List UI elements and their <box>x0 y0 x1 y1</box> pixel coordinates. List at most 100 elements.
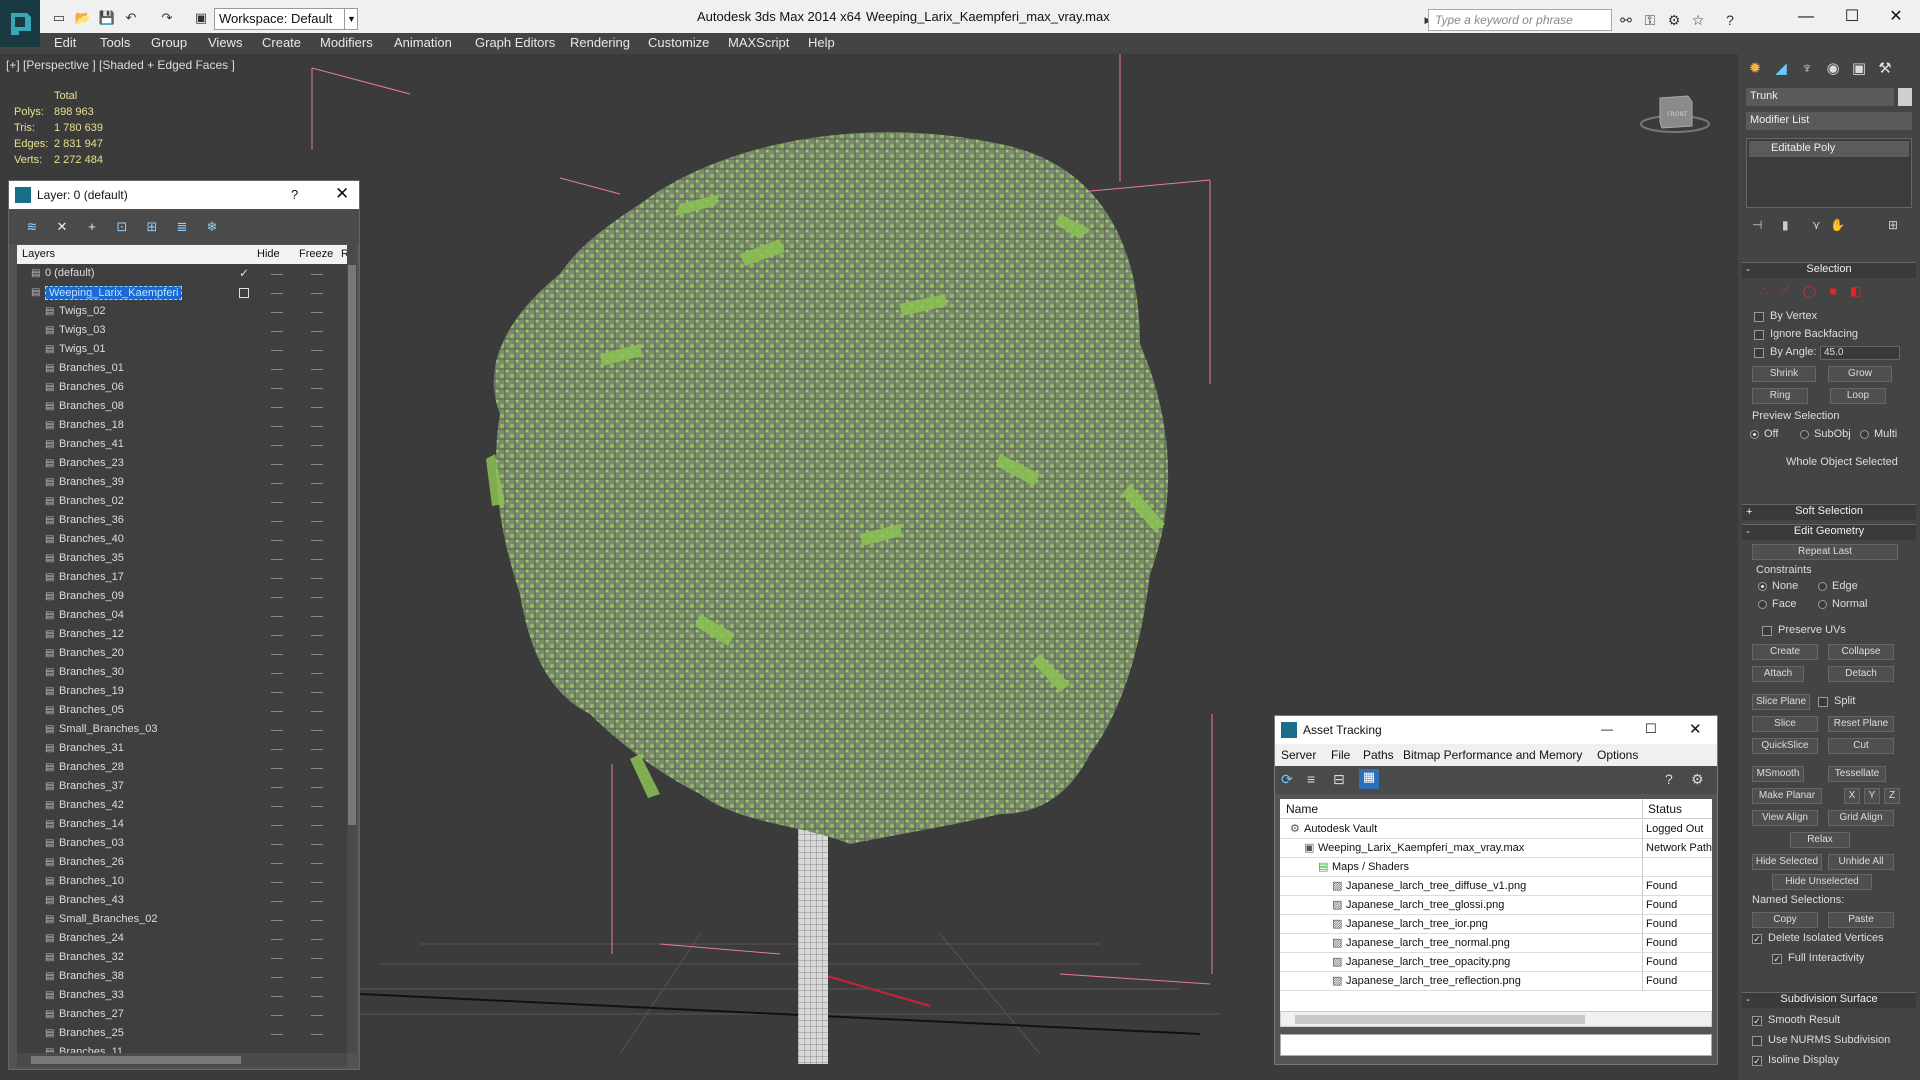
freeze-toggle[interactable] <box>311 540 323 541</box>
freeze-toggle[interactable] <box>311 502 323 503</box>
menu-help[interactable]: Help <box>808 35 835 50</box>
attach-button[interactable]: Attach <box>1752 666 1804 682</box>
layer-row[interactable]: ▤ Branches_26 <box>17 854 347 873</box>
freeze-toggle[interactable] <box>311 673 323 674</box>
slice-plane-button[interactable]: Slice Plane <box>1752 694 1810 710</box>
layer-row[interactable]: ▤ Branches_19 <box>17 683 347 702</box>
ignore-backfacing-checkbox[interactable] <box>1754 330 1764 340</box>
layer-row[interactable]: ▤ Branches_06 <box>17 379 347 398</box>
freeze-toggle[interactable] <box>311 882 323 883</box>
object-name-field[interactable]: Trunk <box>1746 88 1894 106</box>
hide-toggle[interactable] <box>271 825 283 826</box>
hide-toggle[interactable] <box>271 407 283 408</box>
layer-stack-icon[interactable]: ≋ <box>23 219 41 237</box>
grid-align-button[interactable]: Grid Align <box>1828 810 1894 826</box>
freeze-toggle[interactable] <box>311 388 323 389</box>
layer-row[interactable]: ▤ Branches_05 <box>17 702 347 721</box>
maximize-button[interactable]: ☐ <box>1832 4 1872 30</box>
use-nurms-checkbox[interactable] <box>1752 1036 1762 1046</box>
full-interactivity-checkbox[interactable]: ✓ <box>1772 954 1782 964</box>
layer-row[interactable]: ▤ Branches_37 <box>17 778 347 797</box>
viewport-label[interactable]: [+] [Perspective ] [Shaded + Edged Faces… <box>6 58 235 72</box>
subscription-icon[interactable]: ⚙ <box>1664 10 1684 30</box>
header-hide[interactable]: Hide <box>257 248 280 260</box>
asset-menu-options[interactable]: Options <box>1597 748 1638 762</box>
isoline-checkbox[interactable]: ✓ <box>1752 1056 1762 1066</box>
menu-animation[interactable]: Animation <box>394 35 452 50</box>
asset-row[interactable]: ▨ Japanese_larch_tree_opacity.png Found <box>1280 953 1712 972</box>
create-button[interactable]: Create <box>1752 644 1818 660</box>
open-file-icon[interactable]: 📂 <box>74 9 92 27</box>
tessellate-button[interactable]: Tessellate <box>1828 766 1886 782</box>
msmooth-button[interactable]: MSmooth <box>1752 766 1804 782</box>
repeat-last-button[interactable]: Repeat Last <box>1752 544 1898 560</box>
help-button[interactable]: ? <box>291 187 298 202</box>
menu-views[interactable]: Views <box>208 35 242 50</box>
grow-button[interactable]: Grow <box>1828 366 1892 382</box>
freeze-toggle[interactable] <box>311 521 323 522</box>
layer-row[interactable]: ▤ Branches_01 <box>17 360 347 379</box>
hide-toggle[interactable] <box>271 692 283 693</box>
freeze-toggle[interactable] <box>311 977 323 978</box>
layer-row[interactable]: ▤ Twigs_03 <box>17 322 347 341</box>
hide-toggle[interactable] <box>271 844 283 845</box>
freeze-toggle[interactable] <box>311 863 323 864</box>
layer-active-checkbox[interactable] <box>239 288 249 298</box>
search-input[interactable]: Type a keyword or phrase <box>1428 9 1612 31</box>
hide-layers-icon[interactable]: ≣ <box>173 219 191 237</box>
binoculars-icon[interactable]: ⚯ <box>1616 10 1636 30</box>
selection-rollout[interactable]: - Selection <box>1742 262 1916 278</box>
modifier-list-dropdown[interactable]: Modifier List <box>1746 112 1912 130</box>
constraint-none-radio[interactable] <box>1758 582 1767 591</box>
hide-toggle[interactable] <box>271 464 283 465</box>
cut-button[interactable]: Cut <box>1828 738 1894 754</box>
border-mode-icon[interactable]: ◯ <box>1803 284 1816 298</box>
preserve-uvs-checkbox[interactable] <box>1762 626 1772 636</box>
undo-icon[interactable]: ↶ <box>122 9 140 27</box>
asset-menu-file[interactable]: File <box>1331 748 1350 762</box>
hide-unselected-button[interactable]: Hide Unselected <box>1772 874 1872 890</box>
layer-row[interactable]: ▤ Branches_10 <box>17 873 347 892</box>
planar-y-button[interactable]: Y <box>1864 788 1880 804</box>
menu-group[interactable]: Group <box>151 35 187 50</box>
layer-row[interactable]: ▤ Branches_27 <box>17 1006 347 1025</box>
table-view-icon[interactable]: ⊟ <box>1333 771 1345 788</box>
asset-panel-titlebar[interactable]: Asset Tracking — ☐ ✕ <box>1275 716 1717 744</box>
constraint-edge-radio[interactable] <box>1818 582 1827 591</box>
hide-toggle[interactable] <box>271 939 283 940</box>
freeze-toggle[interactable] <box>311 635 323 636</box>
hide-toggle[interactable] <box>271 654 283 655</box>
freeze-toggle[interactable] <box>311 559 323 560</box>
remove-modifier-icon[interactable]: ✋ <box>1830 218 1845 232</box>
menu-maxscript[interactable]: MAXScript <box>728 35 789 50</box>
layer-row[interactable]: ▤ Branches_18 <box>17 417 347 436</box>
show-end-result-icon[interactable]: ▮ <box>1782 218 1789 232</box>
freeze-toggle[interactable] <box>311 749 323 750</box>
menu-customize[interactable]: Customize <box>648 35 709 50</box>
layer-panel-titlebar[interactable]: Layer: 0 (default) ? ✕ <box>9 181 359 209</box>
freeze-toggle[interactable] <box>311 958 323 959</box>
freeze-toggle[interactable] <box>311 483 323 484</box>
hide-toggle[interactable] <box>271 673 283 674</box>
hide-toggle[interactable] <box>271 426 283 427</box>
hide-toggle[interactable] <box>271 597 283 598</box>
layer-row[interactable]: ▤ Branches_14 <box>17 816 347 835</box>
constraint-face-radio[interactable] <box>1758 600 1767 609</box>
freeze-toggle[interactable] <box>311 692 323 693</box>
menu-graph-editors[interactable]: Graph Editors <box>475 35 555 50</box>
key-icon[interactable]: ⚿ <box>1640 10 1660 30</box>
hide-selected-button[interactable]: Hide Selected <box>1752 854 1822 870</box>
close-layer-panel-button[interactable]: ✕ <box>335 184 349 204</box>
freeze-toggle[interactable] <box>311 1034 323 1035</box>
layer-row[interactable]: ▤ 0 (default) ✓ <box>17 265 347 284</box>
preview-off-radio[interactable] <box>1750 430 1759 439</box>
freeze-toggle[interactable] <box>311 787 323 788</box>
edit-geometry-rollout[interactable]: - Edit Geometry <box>1742 524 1916 540</box>
layer-row[interactable]: ▤ Branches_33 <box>17 987 347 1006</box>
hide-toggle[interactable] <box>271 331 283 332</box>
asset-row[interactable]: ▣ Weeping_Larix_Kaempferi_max_vray.max Net… <box>1280 839 1712 858</box>
constraint-normal-radio[interactable] <box>1818 600 1827 609</box>
make-unique-icon[interactable]: ⋎ <box>1812 218 1821 232</box>
hide-toggle[interactable] <box>271 540 283 541</box>
unhide-all-button[interactable]: Unhide All <box>1828 854 1894 870</box>
